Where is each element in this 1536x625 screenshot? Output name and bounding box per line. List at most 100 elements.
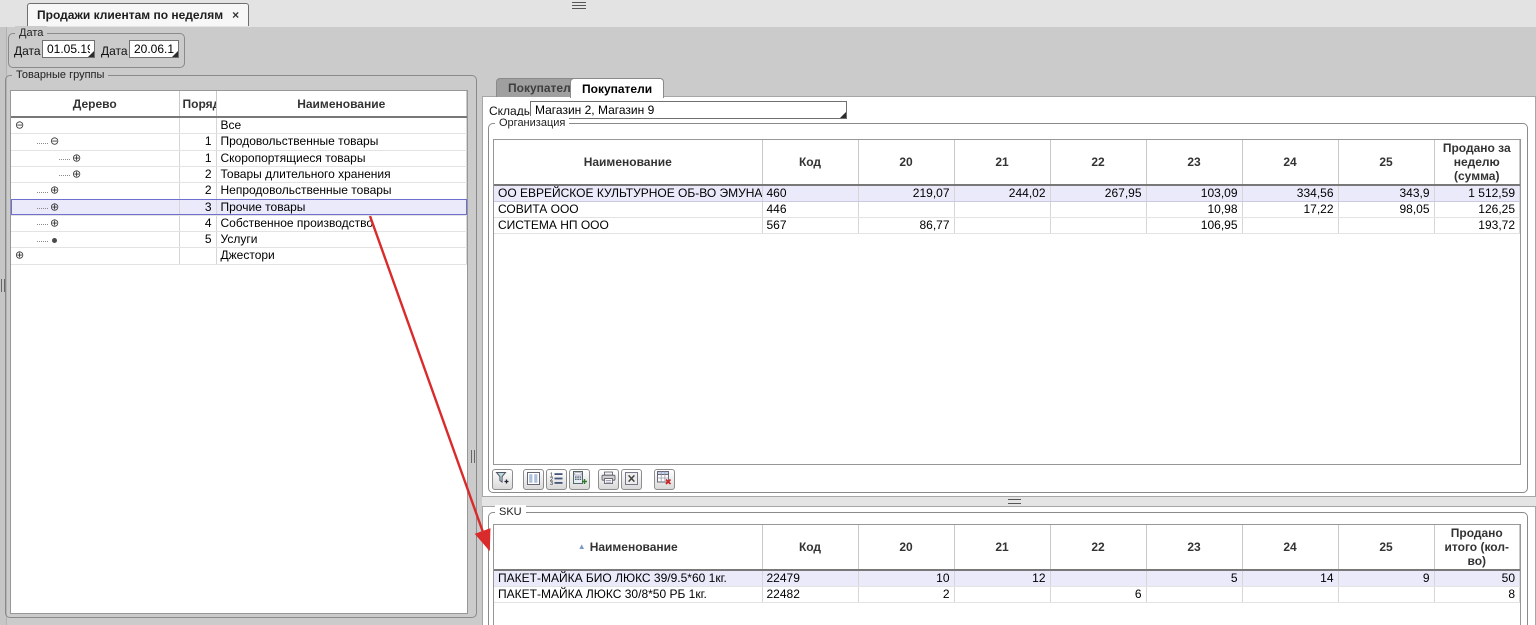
panel-splitter-grip-icon[interactable] bbox=[471, 450, 475, 463]
group-name-cell[interactable]: Скоропортящиеся товары bbox=[216, 150, 467, 166]
tree-row[interactable]: ⊕3Прочие товары bbox=[11, 199, 467, 215]
collapse-icon[interactable]: ⊖ bbox=[50, 136, 59, 148]
tree-connector-icon bbox=[59, 157, 70, 160]
tree-connector-icon bbox=[37, 222, 48, 225]
excel-export-button[interactable] bbox=[621, 469, 642, 490]
group-name-cell[interactable]: Прочие товары bbox=[216, 199, 467, 215]
week-value-cell bbox=[858, 202, 954, 218]
week-value-cell: 2 bbox=[858, 587, 954, 603]
organization-row[interactable]: СОВИТА ООО44610,9817,2298,05126,25 bbox=[494, 202, 1520, 218]
week-value-cell bbox=[1050, 202, 1146, 218]
table-clear-button[interactable] bbox=[654, 469, 675, 490]
code-cell: 22482 bbox=[762, 587, 858, 603]
column-header[interactable]: Код bbox=[762, 525, 858, 570]
collapse-icon[interactable]: ⊖ bbox=[15, 119, 24, 131]
tree-cell: ⊕ bbox=[11, 150, 179, 166]
column-header[interactable]: Поряд bbox=[179, 91, 216, 117]
print-button[interactable] bbox=[598, 469, 619, 490]
column-header[interactable]: 24 bbox=[1242, 140, 1338, 185]
window-tab-strip: Продажи клиентам по неделям × bbox=[0, 0, 1536, 27]
tree-cell: ⊕ bbox=[11, 199, 179, 215]
tree-row[interactable]: 5Услуги bbox=[11, 232, 467, 248]
report-tab[interactable]: Продажи клиентам по неделям × bbox=[27, 3, 249, 26]
product-groups-tree: ДеревоПорядНаименование ⊖ Все⊖1Продовольст… bbox=[10, 90, 468, 614]
tree-row[interactable]: ⊕2Непродовольственные товары bbox=[11, 183, 467, 199]
organization-row[interactable]: СИСТЕМА НП ООО56786,77106,95193,72 bbox=[494, 218, 1520, 234]
columns-button[interactable] bbox=[523, 469, 544, 490]
tab-close-icon[interactable]: × bbox=[232, 9, 239, 21]
report-tab-label: Продажи клиентам по неделям bbox=[37, 8, 223, 22]
warehouses-field[interactable] bbox=[530, 101, 847, 119]
column-header[interactable]: 25 bbox=[1338, 140, 1434, 185]
column-header[interactable]: 25 bbox=[1338, 525, 1434, 570]
horizontal-splitter-grip-icon[interactable] bbox=[1008, 499, 1021, 504]
numbered-list-icon: 1123 bbox=[550, 472, 563, 488]
sku-row[interactable]: ПАКЕТ-МАЙКА ЛЮКС 30/8*50 РБ 1кг.22482268 bbox=[494, 587, 1520, 603]
tree-row[interactable]: ⊕2Товары длительного хранения bbox=[11, 166, 467, 182]
group-name-cell[interactable]: Товары длительного хранения bbox=[216, 166, 467, 182]
column-header[interactable]: Продано за неделю (сумма) bbox=[1434, 140, 1520, 185]
date-to-input[interactable] bbox=[130, 41, 178, 57]
column-header[interactable]: 23 bbox=[1146, 525, 1242, 570]
column-header[interactable]: Наименование bbox=[494, 140, 762, 185]
column-header[interactable]: 22 bbox=[1050, 525, 1146, 570]
name-cell: ОО ЕВРЕЙСКОЕ КУЛЬТУРНОЕ ОБ-ВО ЭМУНА bbox=[494, 185, 762, 202]
date-from-field[interactable] bbox=[42, 40, 95, 58]
column-header[interactable]: 23 bbox=[1146, 140, 1242, 185]
date-to-label: Дата bbox=[101, 44, 128, 58]
column-header[interactable]: ▲Наименование bbox=[494, 525, 762, 570]
tree-row[interactable]: ⊖1Продовольственные товары bbox=[11, 134, 467, 150]
tree-connector-icon bbox=[59, 173, 70, 176]
expand-icon[interactable]: ⊕ bbox=[50, 185, 59, 197]
column-header[interactable]: Наименование bbox=[216, 91, 467, 117]
filter-add-icon bbox=[495, 471, 510, 488]
expand-icon[interactable]: ⊕ bbox=[15, 250, 24, 262]
group-name-cell[interactable]: Непродовольственные товары bbox=[216, 183, 467, 199]
name-cell: СИСТЕМА НП ООО bbox=[494, 218, 762, 234]
week-value-cell: 9 bbox=[1338, 570, 1434, 587]
expand-icon[interactable]: ⊕ bbox=[72, 152, 81, 164]
week-value-cell bbox=[1242, 587, 1338, 603]
expand-icon[interactable]: ⊕ bbox=[50, 201, 59, 213]
column-header[interactable]: Код bbox=[762, 140, 858, 185]
group-name-cell[interactable]: Продовольственные товары bbox=[216, 134, 467, 150]
tree-row[interactable]: ⊕1Скоропортящиеся товары bbox=[11, 150, 467, 166]
column-header[interactable]: Дерево bbox=[11, 91, 179, 117]
week-value-cell: 86,77 bbox=[858, 218, 954, 234]
print-icon bbox=[601, 471, 616, 488]
column-header[interactable]: 22 bbox=[1050, 140, 1146, 185]
expand-icon[interactable]: ⊕ bbox=[72, 168, 81, 180]
column-header[interactable]: 20 bbox=[858, 140, 954, 185]
tree-row[interactable]: ⊕ Джестори bbox=[11, 248, 467, 264]
group-name-cell[interactable]: Собственное производство bbox=[216, 215, 467, 231]
tree-row[interactable]: ⊖ Все bbox=[11, 117, 467, 134]
column-header[interactable]: 21 bbox=[954, 525, 1050, 570]
group-name-cell[interactable]: Все bbox=[216, 117, 467, 134]
date-from-input[interactable] bbox=[43, 41, 94, 57]
week-value-cell: 244,02 bbox=[954, 185, 1050, 202]
week-value-cell bbox=[1050, 570, 1146, 587]
fieldset-legend: Организация bbox=[495, 116, 569, 130]
column-header[interactable]: 24 bbox=[1242, 525, 1338, 570]
calculator-add-button[interactable] bbox=[569, 469, 590, 490]
group-name-cell[interactable]: Джестори bbox=[216, 248, 467, 264]
column-header[interactable]: 20 bbox=[858, 525, 954, 570]
week-value-cell: 193,72 bbox=[1434, 218, 1520, 234]
sku-row[interactable]: ПАКЕТ-МАЙКА БИО ЛЮКС 39/9.5*60 1кг.22479… bbox=[494, 570, 1520, 587]
week-value-cell bbox=[1050, 218, 1146, 234]
tree-row[interactable]: ⊕ 4Собственное производство bbox=[11, 215, 467, 231]
date-to-field[interactable] bbox=[129, 40, 179, 58]
organization-row[interactable]: ОО ЕВРЕЙСКОЕ КУЛЬТУРНОЕ ОБ-ВО ЭМУНА46021… bbox=[494, 185, 1520, 202]
column-header[interactable]: 21 bbox=[954, 140, 1050, 185]
group-name-cell[interactable]: Услуги bbox=[216, 232, 467, 248]
numbered-list-button[interactable]: 1123 bbox=[546, 469, 567, 490]
week-value-cell: 6 bbox=[1050, 587, 1146, 603]
filter-add-button[interactable] bbox=[492, 469, 513, 490]
expand-icon[interactable]: ⊕ bbox=[50, 217, 59, 229]
order-cell: 4 bbox=[179, 215, 216, 231]
warehouses-input[interactable] bbox=[531, 102, 846, 118]
column-header[interactable]: Продано итого (кол-во) bbox=[1434, 525, 1520, 570]
tab-buyers[interactable]: Покупатели bbox=[570, 78, 664, 98]
top-splitter-handle-icon[interactable] bbox=[572, 2, 586, 9]
horizontal-splitter[interactable] bbox=[482, 497, 1536, 506]
